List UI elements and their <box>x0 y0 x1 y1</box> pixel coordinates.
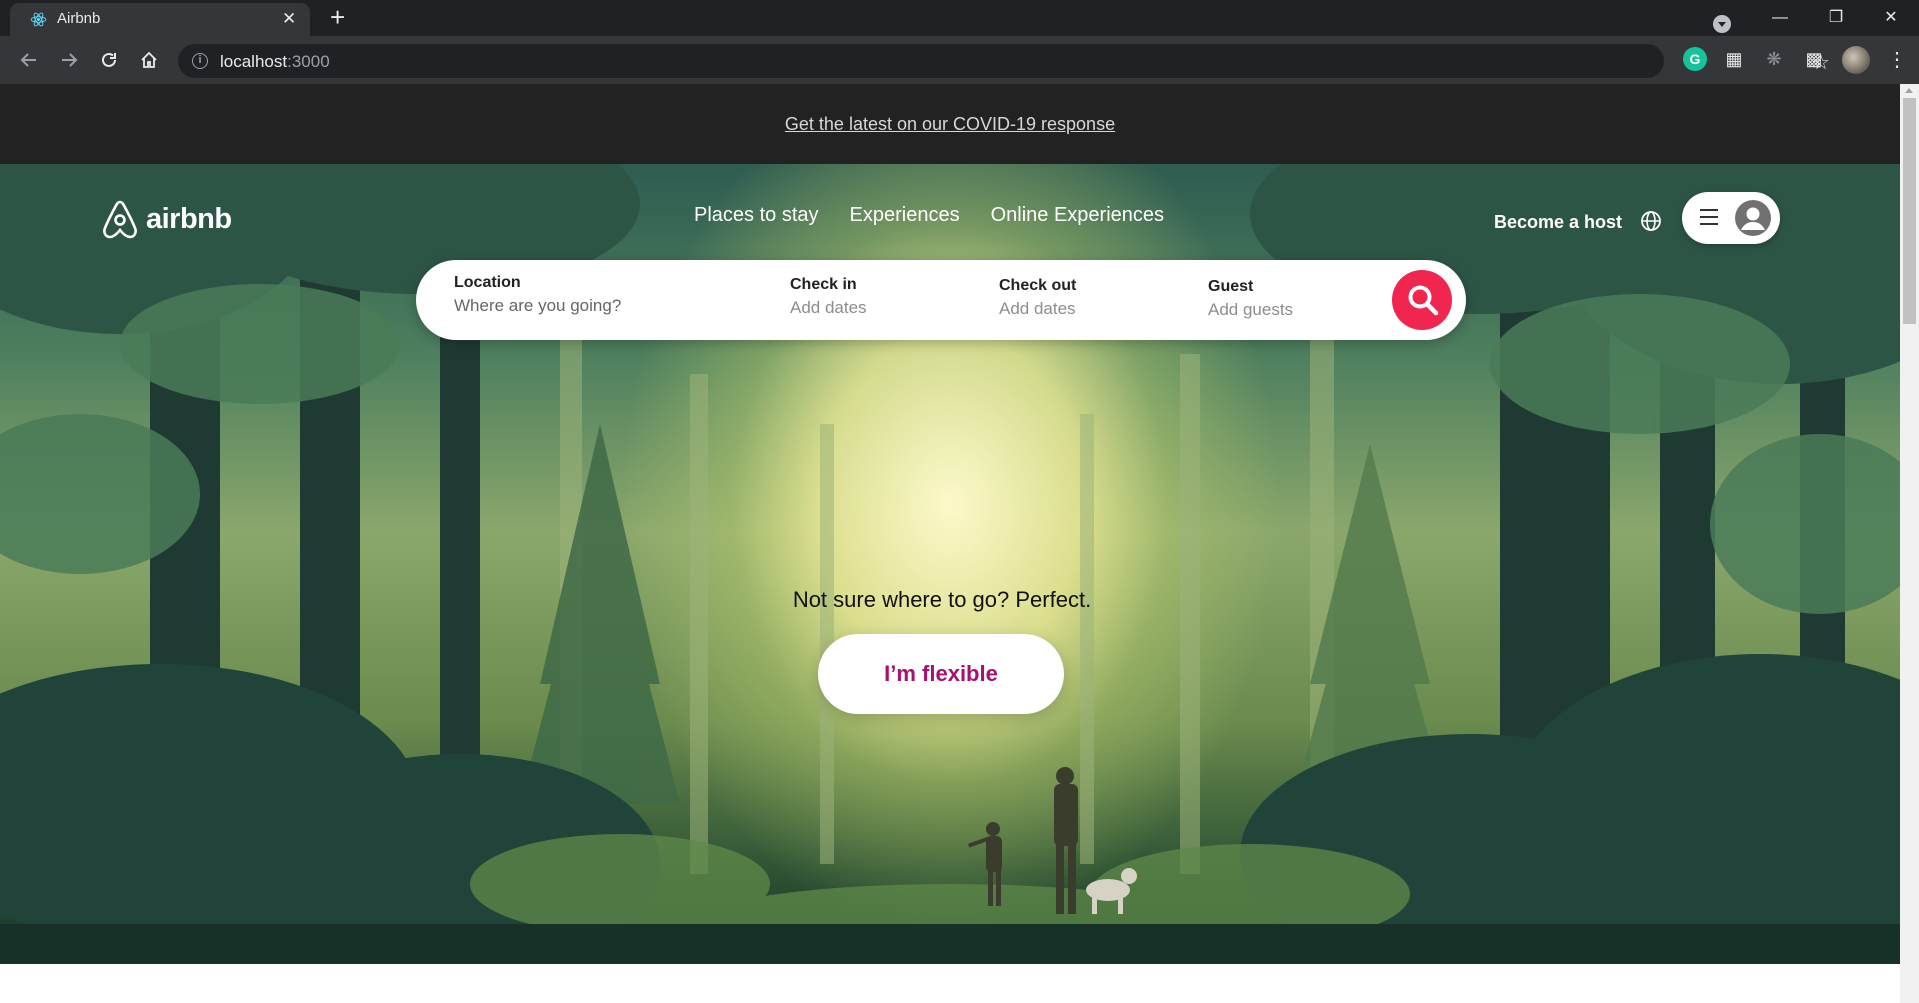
browser-menu-icon[interactable]: ⋮ <box>1887 46 1907 74</box>
checkout-label: Check out <box>999 277 1077 294</box>
tab-search-icon[interactable] <box>1713 15 1731 33</box>
nav-places-to-stay[interactable]: Places to stay <box>694 204 819 227</box>
page-scrollbar[interactable] <box>1900 84 1919 1003</box>
checkin-value: Add dates <box>790 298 867 317</box>
bug-extension-icon[interactable]: ❋ <box>1762 47 1786 71</box>
search-button[interactable] <box>1392 270 1452 330</box>
forward-arrow-icon[interactable] <box>54 45 84 75</box>
browser-toolbar: i localhost:3000 ☆ G ▦ ❋ ▩ ⋮ <box>0 36 1919 84</box>
nav-experiences[interactable]: Experiences <box>850 204 960 227</box>
restore-icon[interactable]: ❐ <box>1808 0 1864 36</box>
checkout-field[interactable]: Check out Add dates <box>999 277 1076 319</box>
site-info-icon[interactable]: i <box>192 53 208 69</box>
covid-banner: Get the latest on our COVID-19 response <box>0 84 1900 164</box>
guest-label: Guest <box>1208 278 1254 295</box>
notes-extension-icon[interactable]: ▦ <box>1722 47 1746 71</box>
search-bar: Location Check in Add dates Check out Ad… <box>416 260 1466 340</box>
page-below-hero <box>0 964 1900 1003</box>
logo-text: airbnb <box>146 202 232 235</box>
guest-field[interactable]: Guest Add guests <box>1208 278 1293 320</box>
address-bar[interactable]: i localhost:3000 ☆ <box>178 44 1830 78</box>
hamburger-icon <box>1700 209 1718 227</box>
airbnb-logo[interactable]: airbnb <box>100 198 232 240</box>
tab-title: Airbnb <box>57 10 101 27</box>
minimize-icon[interactable]: — <box>1752 0 1808 36</box>
new-tab-button[interactable]: + <box>330 2 345 33</box>
react-icon <box>30 12 47 27</box>
url-text[interactable]: localhost:3000 <box>220 52 330 72</box>
user-menu-button[interactable] <box>1682 192 1780 244</box>
checkin-field[interactable]: Check in Add dates <box>790 276 867 318</box>
home-icon[interactable] <box>134 45 164 75</box>
window-close-icon[interactable]: ✕ <box>1863 0 1919 36</box>
location-label: Location <box>454 274 521 291</box>
profile-avatar[interactable] <box>1842 46 1870 74</box>
browser-tab[interactable]: Airbnb ✕ <box>10 3 310 36</box>
location-field[interactable]: Location <box>454 274 734 316</box>
airbnb-belo-icon <box>103 200 137 239</box>
grammarly-extension-icon[interactable]: G <box>1683 47 1707 71</box>
checkin-label: Check in <box>790 276 857 293</box>
scrollbar-thumb[interactable] <box>1903 98 1916 324</box>
hero-section: airbnb Places to stay Experiences Online… <box>0 164 1900 964</box>
reload-icon[interactable] <box>94 45 124 75</box>
extensions-puzzle-icon[interactable]: ▩ <box>1802 47 1826 71</box>
main-nav: Places to stay Experiences Online Experi… <box>694 204 1164 227</box>
location-input[interactable] <box>454 296 734 316</box>
scroll-up-icon[interactable] <box>1905 88 1913 93</box>
tab-close-icon[interactable]: ✕ <box>282 9 296 29</box>
flexible-prompt: Not sure where to go? Perfect. <box>792 587 1092 612</box>
covid-link[interactable]: Get the latest on our COVID-19 response <box>785 114 1115 135</box>
checkout-value: Add dates <box>999 299 1076 318</box>
user-avatar-icon <box>1735 200 1771 236</box>
globe-icon[interactable] <box>1640 210 1662 232</box>
page-viewport: Get the latest on our COVID-19 response <box>0 84 1900 1003</box>
back-arrow-icon[interactable] <box>14 45 44 75</box>
guest-value: Add guests <box>1208 300 1294 319</box>
become-host-link[interactable]: Become a host <box>1494 212 1622 233</box>
browser-tab-bar: Airbnb ✕ + — ❐ ✕ <box>0 0 1919 36</box>
im-flexible-button[interactable]: I’m flexible <box>818 634 1064 714</box>
search-icon <box>1408 285 1439 316</box>
nav-online-experiences[interactable]: Online Experiences <box>991 204 1164 227</box>
